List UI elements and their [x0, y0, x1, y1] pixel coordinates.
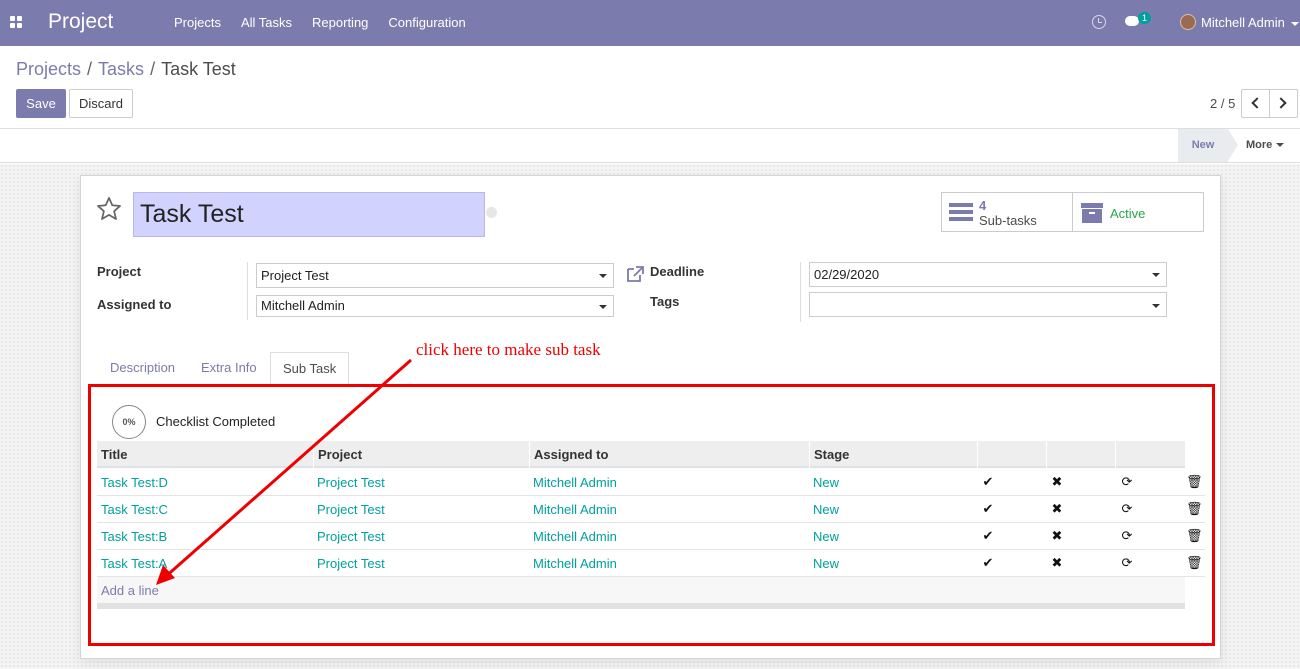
stage-new[interactable]: New — [1178, 129, 1238, 162]
breadcrumb-separator: / — [87, 59, 93, 79]
chevron-left-icon — [1251, 97, 1263, 109]
active-toggle-button[interactable]: Active — [1072, 192, 1204, 232]
tags-label: Tags — [650, 294, 680, 309]
tab-sub-task[interactable]: Sub Task — [270, 352, 350, 385]
user-menu[interactable]: Mitchell Admin — [1201, 15, 1299, 30]
star-icon[interactable] — [95, 195, 123, 223]
tab-description[interactable]: Description — [98, 352, 187, 384]
annotation-highlight-box — [88, 384, 1215, 646]
archive-icon — [1081, 203, 1103, 223]
assigned-to-value: Mitchell Admin — [261, 298, 345, 313]
more-stages-button[interactable]: More — [1246, 129, 1285, 162]
menu-configuration[interactable]: Configuration — [378, 0, 475, 46]
pager-next-button[interactable] — [1269, 89, 1298, 118]
project-value: Project Test — [261, 268, 329, 283]
deadline-date-input[interactable]: 02/29/2020 — [809, 262, 1167, 287]
breadcrumb: Projects / Tasks / Task Test — [16, 59, 236, 80]
menu-all-tasks[interactable]: All Tasks — [231, 0, 302, 46]
annotation-text: click here to make sub task — [416, 340, 601, 359]
status-bar: New More — [0, 128, 1300, 163]
caret-down-icon — [599, 274, 607, 278]
activity-clock-icon[interactable] — [1092, 15, 1106, 29]
tab-extra-info[interactable]: Extra Info — [189, 352, 269, 384]
deadline-value: 02/29/2020 — [814, 267, 880, 282]
assigned-to-label: Assigned to — [97, 297, 172, 312]
main-menu: Projects All Tasks Reporting Configurati… — [164, 0, 476, 46]
caret-down-icon — [1276, 143, 1285, 148]
project-label: Project — [97, 264, 142, 279]
more-label: More — [1246, 139, 1273, 151]
tasks-list-icon — [949, 203, 973, 221]
pager-value: 2 / 5 — [1210, 96, 1236, 111]
breadcrumb-current: Task Test — [161, 59, 236, 79]
deadline-label: Deadline — [650, 264, 705, 279]
task-title-input[interactable]: Task Test — [133, 192, 485, 237]
breadcrumb-separator: / — [150, 59, 156, 79]
breadcrumb-projects[interactable]: Projects — [16, 59, 81, 79]
user-avatar[interactable] — [1180, 14, 1196, 30]
tags-select[interactable] — [809, 292, 1167, 317]
field-divider — [800, 262, 801, 322]
save-button[interactable]: Save — [16, 89, 66, 118]
breadcrumb-tasks[interactable]: Tasks — [98, 59, 144, 79]
priority-dot-icon[interactable] — [486, 207, 497, 218]
chat-count-badge: 1 — [1138, 12, 1152, 24]
pager-previous-button[interactable] — [1241, 89, 1270, 118]
caret-down-icon — [1152, 304, 1160, 308]
apps-grid-icon[interactable] — [10, 16, 22, 28]
menu-projects[interactable]: Projects — [164, 0, 231, 46]
chat-icon[interactable] — [1125, 16, 1139, 26]
subtasks-smart-button[interactable]: 4 Sub-tasks — [941, 192, 1073, 232]
active-label: Active — [1110, 206, 1146, 221]
discard-button[interactable]: Discard — [69, 89, 133, 118]
chevron-right-icon — [1275, 97, 1287, 109]
user-name-label: Mitchell Admin — [1201, 15, 1285, 30]
assigned-to-select[interactable]: Mitchell Admin — [256, 295, 614, 317]
caret-down-icon — [1290, 21, 1299, 26]
subtasks-label: Sub-tasks — [979, 213, 1037, 228]
subtasks-count: 4 — [979, 198, 987, 213]
menu-reporting[interactable]: Reporting — [302, 0, 378, 46]
external-link-icon[interactable] — [625, 265, 645, 283]
caret-down-icon — [1152, 273, 1160, 277]
project-select[interactable]: Project Test — [256, 263, 614, 288]
caret-down-icon — [599, 305, 607, 309]
field-divider — [247, 262, 248, 320]
top-navbar: Project Projects All Tasks Reporting Con… — [0, 0, 1300, 46]
app-brand: Project — [48, 10, 114, 33]
